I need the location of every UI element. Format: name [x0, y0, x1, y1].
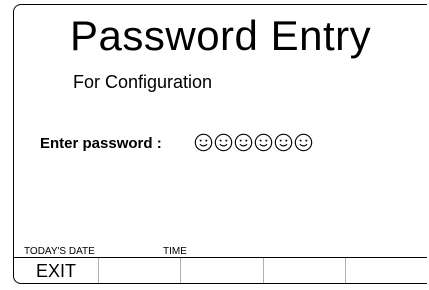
smiley-face-icon [214, 133, 233, 151]
display-frame: Password Entry For Configuration Enter p… [13, 4, 427, 284]
smiley-face-icon [274, 133, 293, 151]
smiley-face-icon [194, 133, 213, 151]
softkey-bar: EXIT [14, 257, 427, 283]
smiley-face-icon [294, 133, 313, 151]
smiley-face-icon [254, 133, 273, 151]
exit-softkey[interactable]: EXIT [14, 258, 100, 283]
page-title: Password Entry [70, 12, 372, 59]
softkey-3[interactable] [181, 258, 264, 283]
softkey-5[interactable] [346, 258, 427, 283]
smiley-face-icon [234, 133, 253, 151]
page-subtitle: For Configuration [73, 72, 213, 92]
softkey-2[interactable] [99, 258, 182, 283]
softkey-4[interactable] [264, 258, 346, 283]
password-label: Enter password : [40, 135, 162, 152]
password-field[interactable] [194, 132, 313, 152]
